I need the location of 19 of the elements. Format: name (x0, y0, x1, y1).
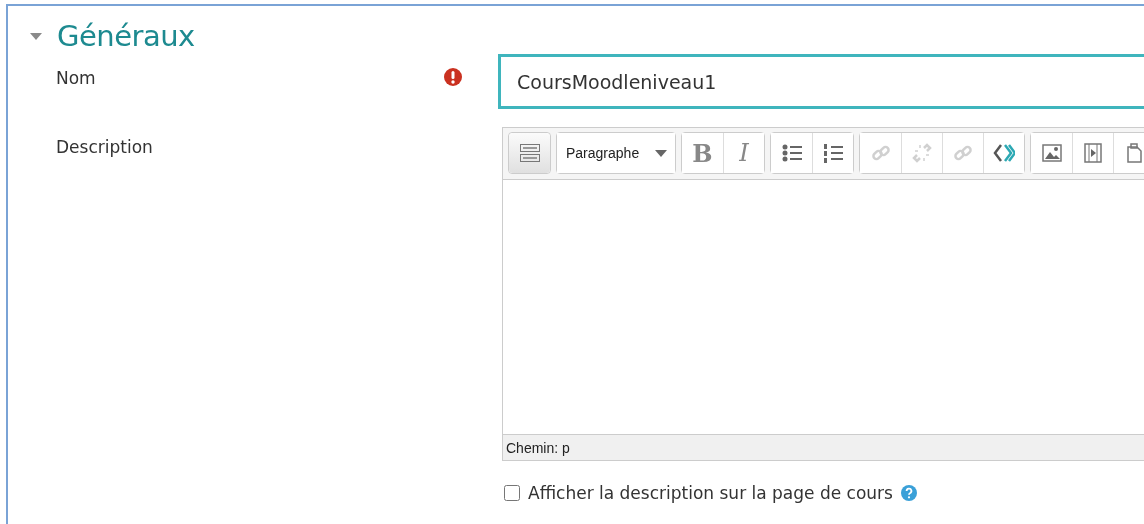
numbered-list-icon[interactable] (822, 143, 844, 163)
bullet-list-icon[interactable] (780, 143, 803, 163)
caret-down-icon[interactable] (29, 31, 43, 41)
paragraph-dropdown[interactable]: Paragraphe (557, 133, 675, 173)
toolbar-toggle-icon[interactable] (518, 142, 541, 164)
code-icon[interactable] (993, 143, 1015, 163)
clipboard-icon[interactable] (1126, 143, 1142, 163)
section-title: Généraux (57, 19, 195, 53)
element-path: Chemin: p (506, 439, 570, 456)
film-icon[interactable] (1083, 143, 1103, 163)
image-icon[interactable] (1041, 144, 1062, 162)
italic-button[interactable]: I (723, 133, 764, 173)
field-label: Nom (56, 67, 97, 90)
caret-down-icon (655, 149, 667, 157)
help-icon[interactable] (900, 485, 917, 501)
checkbox-label: Afficher la description sur la page de cours (528, 483, 893, 503)
checkbox[interactable] (504, 485, 520, 501)
field-label: Description (56, 136, 154, 159)
name-input[interactable]: CoursMoodleniveau1 (498, 54, 1144, 109)
